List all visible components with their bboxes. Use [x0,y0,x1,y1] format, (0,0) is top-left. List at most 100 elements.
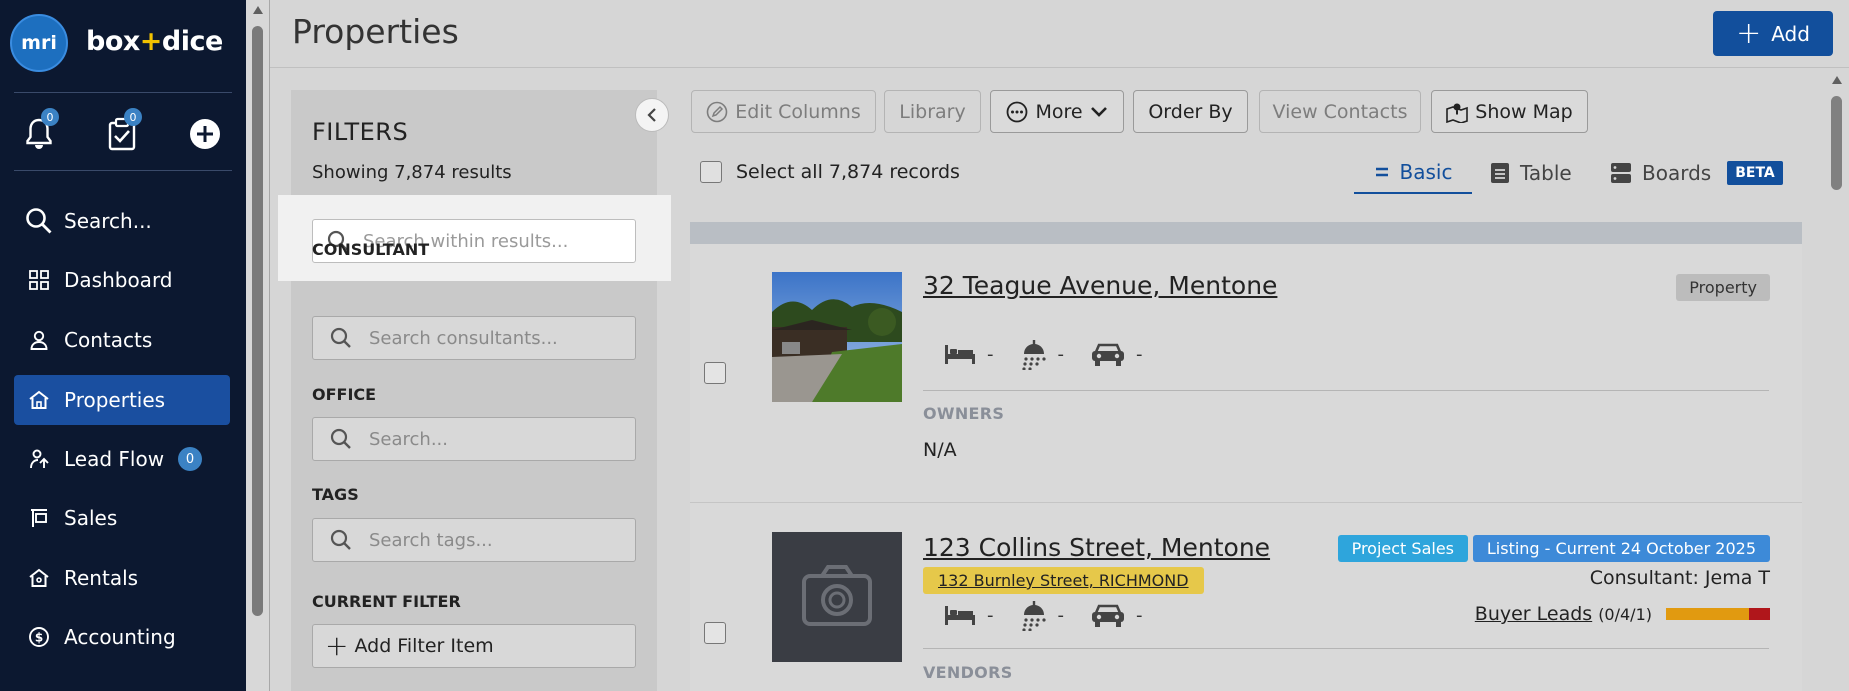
sidebar-scrollbar[interactable] [246,0,270,691]
tab-basic-label: Basic [1399,160,1453,184]
scrollbar-thumb[interactable] [1831,96,1842,190]
property-card: 32 Teague Avenue, Mentone Property - - -… [690,244,1802,502]
property-photo-placeholder[interactable] [772,532,902,662]
tasks-badge: 0 [124,108,142,126]
order-by-button[interactable]: Order By [1133,90,1248,133]
tasks-button[interactable]: 0 [100,108,144,156]
results-count: Showing 7,874 results [312,162,512,183]
plus-icon: + [1736,15,1762,51]
sidebar-item-label: Properties [64,388,166,412]
collapse-filters-button[interactable] [635,98,669,132]
view-contacts-button[interactable]: View Contacts [1259,90,1421,133]
consultant-label: CONSULTANT [312,240,430,259]
search-icon [14,207,64,235]
sidebar-item-label: Dashboard [64,268,173,292]
user-icon [14,330,64,350]
bar-segment-red [1749,608,1770,620]
cars-count: - [1136,343,1143,365]
notifications-button[interactable]: 0 [17,108,61,156]
buyer-leads-link[interactable]: Buyer Leads [1475,603,1592,625]
consultant-text: Consultant: Jema T [1589,567,1770,589]
sidebar-item-accounting[interactable]: $ Accounting [14,612,230,662]
house-key-icon [14,568,64,588]
linked-address-tag[interactable]: 132 Burnley Street, RICHMOND [923,567,1204,594]
tab-boards[interactable]: Boards BETA [1610,152,1783,194]
select-all-checkbox[interactable] [700,161,722,183]
buyer-leads-progress-bar [1666,608,1770,620]
scroll-up-arrow-icon[interactable] [253,6,263,14]
sidebar-item-dashboard[interactable]: Dashboard [14,255,230,305]
show-map-button[interactable]: Show Map [1431,90,1588,133]
beds-count: - [987,343,994,365]
office-search-input[interactable]: Search... [312,417,636,461]
property-features: - - - [943,338,1169,370]
more-dropdown-button[interactable]: More [990,90,1124,133]
for-sale-sign-icon [14,508,64,528]
map-pin-icon [1446,103,1469,123]
office-placeholder: Search... [369,428,449,450]
sidebar-item-label: Rentals [64,566,139,590]
content-scrollbar[interactable] [1824,68,1849,691]
shower-icon [1020,599,1048,631]
tab-boards-label: Boards [1642,161,1712,185]
tags-search-input[interactable]: Search tags... [312,518,636,562]
bed-icon [943,342,977,366]
edit-columns-button[interactable]: Edit Columns [691,90,876,133]
sidebar-item-label: Sales [64,506,118,530]
mri-logo[interactable]: mri [10,14,68,72]
tab-table-label: Table [1520,161,1572,185]
add-filter-item-button[interactable]: + Add Filter Item [312,624,636,668]
consultant-search-input[interactable]: Search consultants... [312,316,636,360]
consultant-placeholder: Search consultants... [369,327,558,349]
property-type-tag: Property [1676,274,1770,301]
buyer-leads: Buyer Leads (0/4/1) [1475,603,1770,625]
property-address-link[interactable]: 32 Teague Avenue, Mentone [923,271,1277,300]
dashboard-grid-icon [14,270,64,290]
property-photo[interactable] [772,272,902,402]
tab-table[interactable]: Table [1490,152,1572,194]
sidebar-item-label: Lead Flow [64,447,165,471]
tab-basic[interactable]: Basic [1354,152,1472,194]
list-header-bar [690,222,1802,244]
beta-badge: BETA [1727,161,1783,185]
sidebar-item-contacts[interactable]: Contacts [14,315,230,365]
select-all-records[interactable]: Select all 7,874 records [700,161,960,183]
divider [923,648,1769,649]
sidebar-item-rentals[interactable]: Rentals [14,553,230,603]
row-checkbox[interactable] [704,622,726,644]
cars-count: - [1136,604,1143,626]
divider [923,390,1769,391]
scroll-up-arrow-icon[interactable] [1832,76,1842,84]
search-icon [313,327,369,349]
select-all-label: Select all 7,874 records [736,161,960,183]
bed-icon [943,603,977,627]
divider [14,170,232,171]
row-checkbox[interactable] [704,362,726,384]
sidebar-item-properties[interactable]: Properties [14,375,230,425]
view-contacts-label: View Contacts [1272,100,1408,123]
page-title: Properties [292,12,459,51]
notifications-badge: 0 [41,108,59,126]
scrollbar-thumb[interactable] [252,26,263,616]
list-icon [1375,167,1388,177]
bar-segment-orange [1666,608,1750,620]
sidebar-item-lead-flow[interactable]: Lead Flow 0 [14,434,230,484]
property-address-link[interactable]: 123 Collins Street, Mentone [923,533,1270,562]
plus-icon: + [325,629,349,662]
svg-text:$: $ [35,631,43,645]
server-boards-icon [1611,163,1631,183]
add-button[interactable]: + Add [1713,11,1833,56]
lead-flow-badge: 0 [178,447,203,471]
library-label: Library [899,100,966,123]
edit-columns-label: Edit Columns [735,100,861,123]
sidebar-item-sales[interactable]: Sales [14,493,230,543]
sidebar-item-search[interactable]: Search... [14,196,230,246]
sidebar-item-label: Search... [64,209,152,233]
show-map-label: Show Map [1475,100,1573,123]
pencil-circle-icon [706,101,728,122]
library-button[interactable]: Library [884,90,981,133]
project-sales-tag: Project Sales [1337,535,1468,562]
car-icon [1090,341,1126,367]
camera-icon [772,532,902,662]
create-new-button[interactable] [183,112,227,156]
